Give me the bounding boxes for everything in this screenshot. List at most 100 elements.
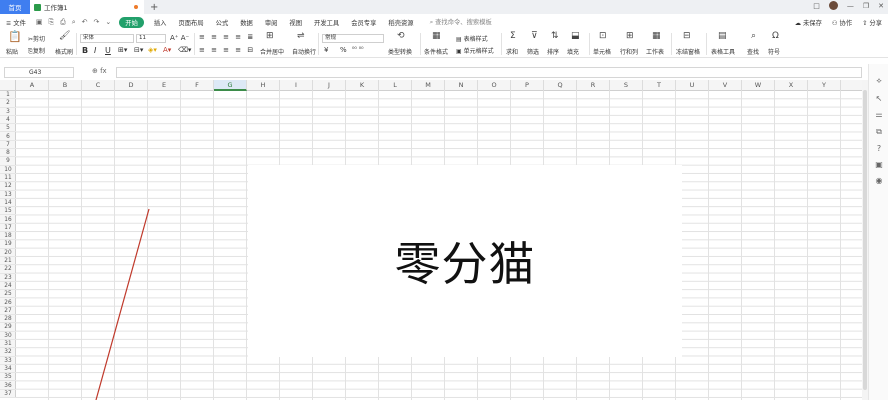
column-header-e[interactable]: E bbox=[148, 80, 181, 91]
row-header-item[interactable]: 34 bbox=[0, 365, 16, 374]
column-header-i[interactable]: I bbox=[280, 80, 313, 91]
cursor-icon[interactable]: ↖ bbox=[874, 94, 884, 104]
cell-button[interactable]: 单元格 bbox=[593, 47, 611, 56]
tab-home[interactable]: 首页 bbox=[0, 0, 30, 14]
row-header-item[interactable]: 32 bbox=[0, 348, 16, 357]
find-button[interactable]: 查找 bbox=[747, 47, 759, 56]
row-header-item[interactable]: 20 bbox=[0, 249, 16, 257]
currency-button[interactable]: ¥ bbox=[324, 46, 328, 54]
clear-format-icon[interactable]: ⌫▾ bbox=[178, 46, 191, 54]
name-box[interactable]: G43 bbox=[4, 67, 74, 78]
collab-button[interactable]: ⚇ 协作 bbox=[832, 18, 852, 27]
shapes-icon[interactable]: ⧉ bbox=[874, 127, 884, 137]
column-header-s[interactable]: S bbox=[610, 80, 643, 91]
format-painter-button[interactable]: 格式刷 bbox=[55, 47, 73, 56]
worksheet-button[interactable]: 工作表 bbox=[646, 47, 664, 56]
redo-icon[interactable]: ↷ bbox=[94, 18, 100, 27]
row-header-item[interactable]: 29 bbox=[0, 323, 16, 332]
row-col-button[interactable]: 行和列 bbox=[620, 47, 638, 56]
fill-color-icon[interactable]: ◈▾ bbox=[148, 46, 157, 54]
image-icon[interactable]: ▣ bbox=[874, 160, 884, 170]
font-grow-icon[interactable]: A⁺ A⁻ bbox=[170, 34, 189, 42]
tile-icon[interactable]: □ bbox=[813, 2, 820, 10]
symbol-button[interactable]: 符号 bbox=[768, 47, 780, 56]
row-header-item[interactable]: 23 bbox=[0, 274, 16, 282]
column-header-d[interactable]: D bbox=[115, 80, 148, 91]
menu-start[interactable]: 开始 bbox=[119, 16, 144, 28]
horizontal-align-icons[interactable]: ≡ ≡ ≡ ≡ ⊟ bbox=[199, 46, 255, 54]
row-header-item[interactable]: 4 bbox=[0, 116, 16, 125]
decimal-icons[interactable]: ⁰⁰ ⁰⁰ bbox=[352, 46, 364, 53]
table-tools-icon[interactable]: ▤ bbox=[718, 32, 727, 41]
row-header-item[interactable]: 3 bbox=[0, 108, 16, 116]
column-header-v[interactable]: V bbox=[709, 80, 742, 91]
more-icon[interactable]: ⌄ bbox=[105, 18, 111, 27]
tab-workbook[interactable]: 工作簿1 bbox=[30, 0, 144, 14]
menu-resources[interactable]: 稻壳资源 bbox=[382, 18, 419, 27]
menu-formula[interactable]: 公式 bbox=[210, 18, 235, 27]
add-tab-button[interactable]: + bbox=[150, 2, 158, 13]
menu-page-layout[interactable]: 页面布局 bbox=[172, 18, 209, 27]
row-header-item[interactable]: 24 bbox=[0, 282, 16, 291]
table-style-button[interactable]: ▤ 表格样式 bbox=[456, 34, 488, 43]
row-header-item[interactable]: 18 bbox=[0, 232, 16, 241]
row-header-item[interactable]: 27 bbox=[0, 307, 16, 316]
fill-icon[interactable]: ⬓ bbox=[571, 32, 580, 41]
worksheet-icon[interactable]: ▦ bbox=[652, 32, 661, 41]
column-header-n[interactable]: N bbox=[445, 80, 478, 91]
sort-button[interactable]: 排序 bbox=[547, 47, 559, 56]
cell-icon[interactable]: ⊡ bbox=[599, 32, 607, 41]
number-format-select[interactable]: 常规 bbox=[322, 34, 384, 43]
row-header-item[interactable]: 37 bbox=[0, 390, 16, 399]
select-all-corner[interactable] bbox=[0, 80, 16, 91]
export-icon[interactable]: ⎘ bbox=[49, 18, 55, 27]
paste-icon[interactable]: 📋 bbox=[8, 31, 22, 42]
column-header-k[interactable]: K bbox=[346, 80, 379, 91]
row-header-item[interactable]: 26 bbox=[0, 299, 16, 307]
cut-button[interactable]: ✂剪切 bbox=[28, 34, 45, 43]
column-header-b[interactable]: B bbox=[49, 80, 82, 91]
menu-member[interactable]: 会员专享 bbox=[345, 18, 382, 27]
font-size-select[interactable]: 11 bbox=[136, 34, 166, 43]
row-header-item[interactable]: 12 bbox=[0, 182, 16, 191]
row-header-item[interactable]: 30 bbox=[0, 332, 16, 340]
column-header-m[interactable]: M bbox=[412, 80, 445, 91]
column-header-h[interactable]: H bbox=[247, 80, 280, 91]
find-icon[interactable]: ⌕ bbox=[751, 32, 756, 41]
row-header-item[interactable]: 33 bbox=[0, 357, 16, 365]
fill-button[interactable]: 填充 bbox=[567, 47, 579, 56]
copy-button[interactable]: ⎘复制 bbox=[28, 46, 45, 56]
type-convert-icon[interactable]: ⟲ bbox=[397, 32, 405, 41]
row-header-item[interactable]: 15 bbox=[0, 207, 16, 216]
vertical-align-icons[interactable]: ≡ ≡ ≡ ≡ ≣ bbox=[199, 33, 255, 41]
merge-center-button[interactable]: 合并居中 bbox=[260, 47, 284, 56]
settings-sliders-icon[interactable]: ⚌ bbox=[874, 110, 884, 120]
row-header-item[interactable]: 14 bbox=[0, 199, 16, 208]
sum-icon[interactable]: Σ bbox=[510, 32, 516, 41]
minimize-button[interactable]: — bbox=[847, 2, 854, 10]
cond-format-button[interactable]: 条件格式 bbox=[424, 47, 448, 56]
border-icon[interactable]: ⊞▾ bbox=[118, 46, 127, 54]
column-header-u[interactable]: U bbox=[676, 80, 709, 91]
freeze-icon[interactable]: ⊟ bbox=[683, 32, 691, 41]
save-icon[interactable]: ▣ bbox=[36, 18, 43, 27]
column-header-p[interactable]: P bbox=[511, 80, 544, 91]
print-icon[interactable]: ⎙ bbox=[60, 18, 66, 27]
menu-data[interactable]: 数据 bbox=[234, 18, 259, 27]
column-header-c[interactable]: C bbox=[82, 80, 115, 91]
row-header-item[interactable]: 11 bbox=[0, 174, 16, 183]
column-header-o[interactable]: O bbox=[478, 80, 511, 91]
column-header-j[interactable]: J bbox=[313, 80, 346, 91]
row-header-item[interactable]: 5 bbox=[0, 124, 16, 133]
row-header-item[interactable]: 28 bbox=[0, 315, 16, 324]
menu-review[interactable]: 审阅 bbox=[259, 18, 284, 27]
share-button[interactable]: ⇪ 分享 bbox=[862, 18, 882, 27]
sort-icon[interactable]: ⇅ bbox=[551, 32, 559, 41]
bold-button[interactable]: B bbox=[82, 46, 88, 55]
wrap-text-icon[interactable]: ⇌ bbox=[297, 32, 305, 41]
close-button[interactable]: ✕ bbox=[878, 2, 884, 10]
undo-icon[interactable]: ↶ bbox=[82, 18, 88, 27]
help-icon[interactable]: ? bbox=[874, 144, 884, 154]
symbol-icon[interactable]: Ω bbox=[772, 32, 779, 41]
scrollbar-thumb[interactable] bbox=[863, 90, 867, 390]
